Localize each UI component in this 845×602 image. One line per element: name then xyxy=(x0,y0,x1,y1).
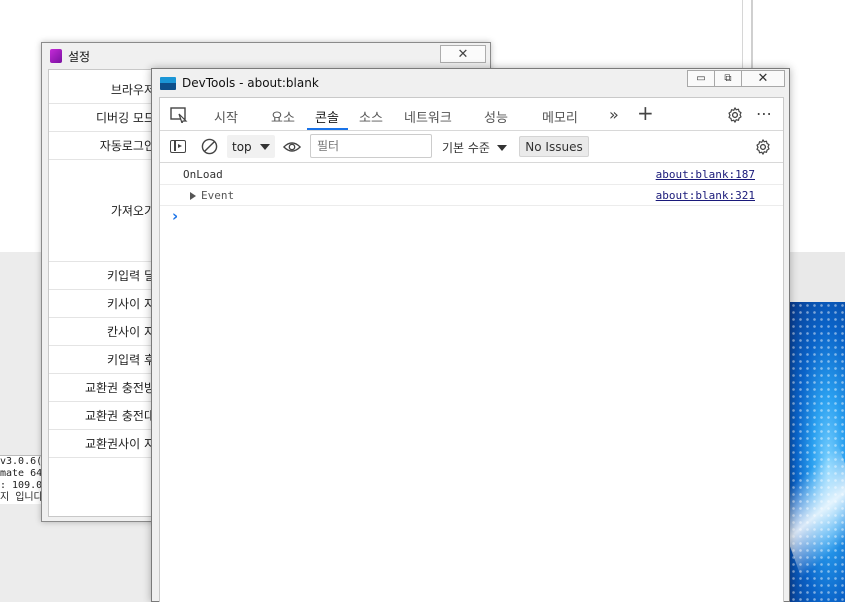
console-settings-gear-icon[interactable] xyxy=(754,138,772,156)
close-button[interactable]: ✕ xyxy=(741,70,785,87)
inspect-element-icon[interactable] xyxy=(170,107,188,123)
background-version-text: v3.0.6( mate 64 : 109.0 지 입니다 xyxy=(0,455,44,504)
setting-label: 가져오기 xyxy=(110,204,155,218)
log-level-dropdown[interactable]: 기본 수준 xyxy=(442,139,507,156)
close-icon: ✕ xyxy=(757,71,769,86)
wallpaper-image xyxy=(751,302,845,602)
setting-label: 교환권 충전대 xyxy=(84,409,155,423)
desktop-strip xyxy=(790,252,845,302)
setting-label: 교환권 충전방 xyxy=(84,381,155,395)
context-selector[interactable]: top xyxy=(227,135,275,158)
tab-welcome[interactable]: 시작 xyxy=(214,107,238,126)
console-source-link[interactable]: about:blank:321 xyxy=(656,189,755,202)
minimize-button[interactable]: ▭ xyxy=(687,70,715,87)
dropdown-arrow-icon xyxy=(259,143,270,150)
setting-label: 브라우저 xyxy=(110,83,155,97)
live-expression-eye-icon[interactable] xyxy=(283,139,301,155)
restore-button[interactable]: ⧉ xyxy=(714,70,742,87)
console-output: OnLoad about:blank:187 Event about:blank… xyxy=(160,164,783,228)
tab-sources[interactable]: 소스 xyxy=(359,107,383,126)
filter-input[interactable] xyxy=(310,134,432,158)
settings-titlebar[interactable]: 설정 xyxy=(42,43,490,69)
add-tab-button[interactable]: + xyxy=(637,101,654,125)
context-value: top xyxy=(232,139,252,154)
devtools-title: DevTools - about:blank xyxy=(182,76,319,90)
close-button[interactable]: ✕ xyxy=(440,45,486,63)
prompt-chevron-icon: › xyxy=(172,207,179,225)
tab-memory[interactable]: 메모리 xyxy=(542,107,578,126)
version-line: : 109.0 xyxy=(0,480,43,491)
window-controls: ▭ ⧉ ✕ xyxy=(687,70,785,87)
active-tab-indicator xyxy=(307,128,348,130)
version-line: mate 64 xyxy=(0,468,43,479)
console-message[interactable]: Event about:blank:321 xyxy=(160,185,783,206)
setting-label: 키입력 딜 xyxy=(107,269,155,283)
setting-label: 칸사이 지 xyxy=(107,325,155,339)
log-level-label: 기본 수준 xyxy=(442,141,490,155)
tab-elements[interactable]: 요소 xyxy=(271,107,295,126)
version-line: v3.0.6( xyxy=(0,456,43,467)
console-toolbar: top 기본 수준 No Issues xyxy=(160,131,783,163)
console-message: OnLoad about:blank:187 xyxy=(160,164,783,185)
devtools-content: 시작 요소 콘솔 소스 네트워크 성능 메모리 » + ⋯ top 필터 기본 … xyxy=(159,97,784,602)
tab-performance[interactable]: 성능 xyxy=(484,107,508,126)
console-message-text: OnLoad xyxy=(183,168,223,181)
version-line: 지 입니다 xyxy=(0,492,43,503)
minimize-icon: ▭ xyxy=(696,73,706,84)
devtools-titlebar[interactable]: DevTools - about:blank ▭ ⧉ ✕ xyxy=(152,69,789,97)
setting-label: 키사이 지 xyxy=(107,297,155,311)
settings-gear-icon[interactable] xyxy=(726,106,744,124)
close-icon: ✕ xyxy=(457,46,469,62)
show-sidebar-icon[interactable] xyxy=(170,140,186,153)
setting-label: 자동로그인 xyxy=(99,139,155,153)
clear-console-icon[interactable] xyxy=(201,138,218,155)
setting-label: 교환권사이 지 xyxy=(84,437,155,451)
restore-icon: ⧉ xyxy=(724,73,732,84)
tab-console[interactable]: 콘솔 xyxy=(315,107,339,126)
more-options-button[interactable]: ⋯ xyxy=(756,104,773,123)
tab-network[interactable]: 네트워크 xyxy=(404,107,452,126)
app-icon xyxy=(50,49,62,63)
console-source-link[interactable]: about:blank:187 xyxy=(656,168,755,181)
expand-triangle-icon[interactable] xyxy=(190,192,196,200)
setting-label: 디버깅 모드 xyxy=(95,111,155,125)
devtools-window: DevTools - about:blank ▭ ⧉ ✕ 시작 요소 콘솔 소스… xyxy=(151,68,790,602)
devtools-tab-strip: 시작 요소 콘솔 소스 네트워크 성능 메모리 » + ⋯ xyxy=(160,98,783,131)
devtools-logo-icon xyxy=(160,76,176,90)
console-prompt[interactable]: › xyxy=(160,206,783,228)
console-message-text: Event xyxy=(201,189,235,202)
dropdown-arrow-icon xyxy=(496,144,507,151)
setting-label: 키입력 후 xyxy=(107,353,155,367)
issues-button[interactable]: No Issues xyxy=(519,136,589,157)
settings-title: 설정 xyxy=(68,49,91,64)
more-tabs-button[interactable]: » xyxy=(609,105,619,124)
